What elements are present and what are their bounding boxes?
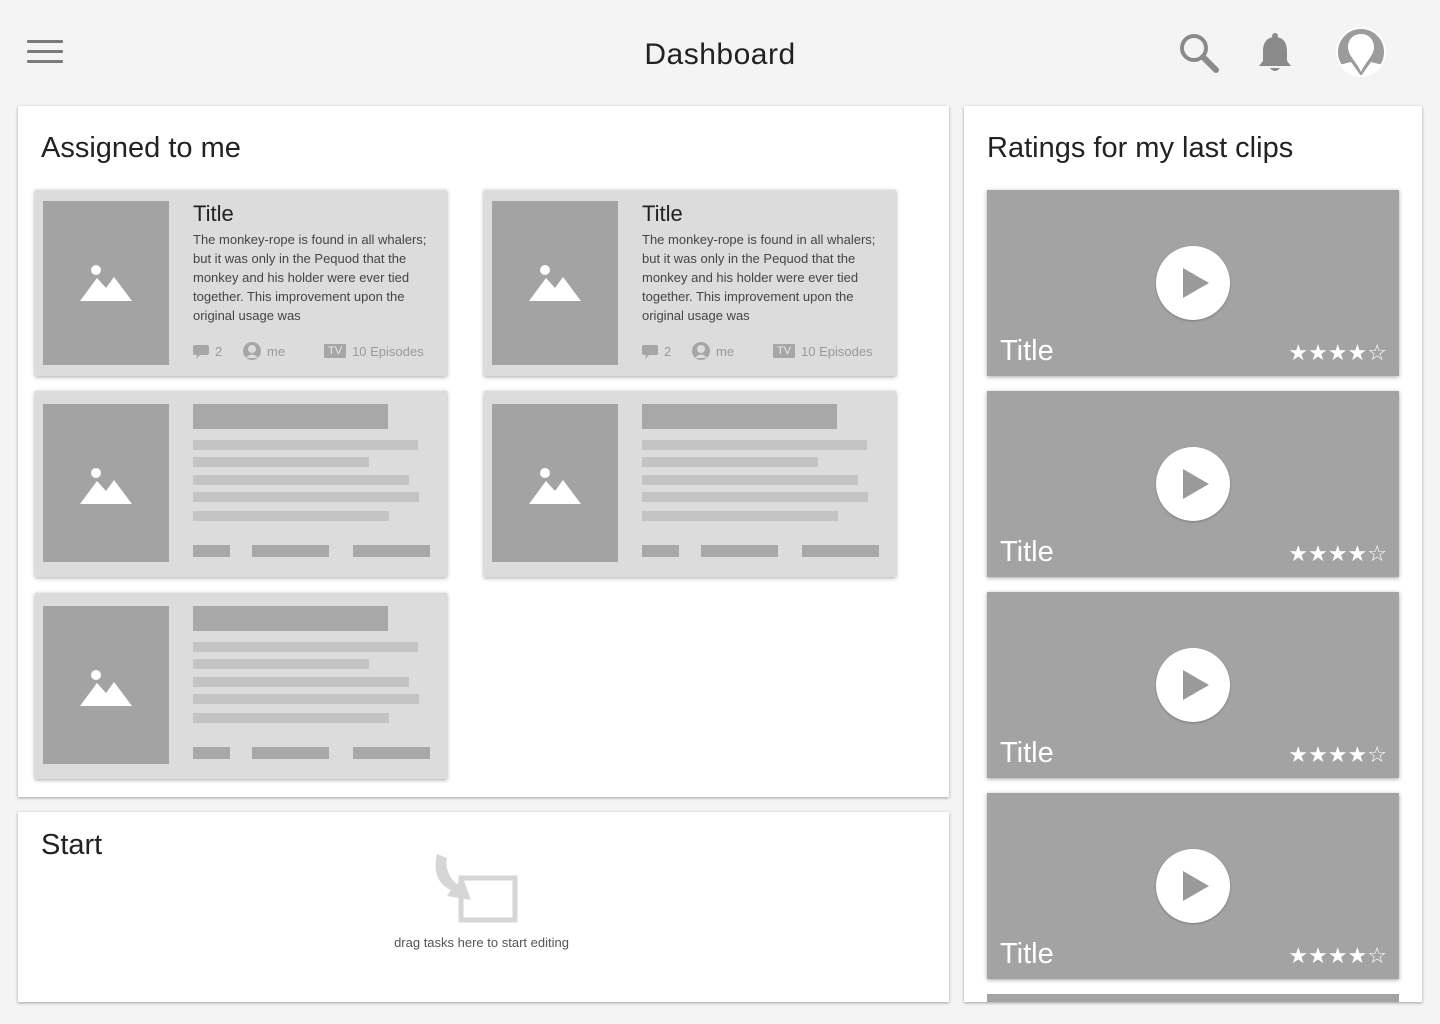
task-card-placeholder[interactable] [35, 391, 447, 577]
play-icon [1183, 871, 1209, 901]
ratings-panel: Ratings for my last clips Title ★★★★☆ Ti… [964, 106, 1422, 1002]
clip-card[interactable]: Title ★★★★☆ [987, 793, 1399, 979]
assigned-title: Assigned to me [41, 132, 241, 164]
comment-icon [193, 344, 209, 359]
drop-target-icon [433, 852, 521, 929]
tv-badge: TV [324, 344, 347, 358]
image-icon [80, 670, 132, 706]
skeleton-title [642, 404, 837, 429]
task-thumbnail [43, 201, 169, 365]
episodes: TV 10 Episodes [773, 342, 873, 360]
skeleton-line [193, 642, 418, 652]
skeleton-line [193, 440, 418, 450]
user-icon [692, 342, 710, 360]
play-button[interactable] [1156, 648, 1230, 722]
clip-card[interactable]: Title ★★★★☆ [987, 391, 1399, 577]
skeleton-line [193, 677, 409, 687]
drop-hint: drag tasks here to start editing [394, 935, 569, 950]
skeleton-title [193, 606, 388, 631]
star-rating: ★★★★☆ [1288, 743, 1387, 768]
assigned-panel: Assigned to me Title The monkey-rope is … [18, 106, 949, 797]
clip-title: Title [1000, 938, 1054, 970]
assignee: me [243, 342, 285, 360]
skeleton-line [193, 694, 419, 704]
task-thumbnail [43, 404, 169, 562]
assignee-text: me [267, 343, 286, 359]
image-icon [80, 468, 132, 504]
task-thumbnail [492, 404, 618, 562]
star-rating: ★★★★☆ [1288, 341, 1387, 366]
comment-count-text: 2 [215, 343, 223, 359]
bell-icon[interactable] [1256, 32, 1294, 74]
task-thumbnail [43, 606, 169, 764]
skeleton-meta [193, 545, 230, 557]
search-icon[interactable] [1178, 32, 1220, 74]
tv-badge: TV [773, 344, 796, 358]
assignee: me [692, 342, 734, 360]
task-title: Title [193, 201, 234, 226]
avatar-icon[interactable] [1335, 26, 1387, 78]
skeleton-title [193, 404, 388, 429]
page-title: Dashboard [644, 38, 796, 71]
skeleton-meta [193, 747, 230, 759]
episodes: TV 10 Episodes [324, 342, 424, 360]
task-title: Title [642, 201, 683, 226]
task-card[interactable]: Title The monkey-rope is found in all wh… [35, 190, 447, 376]
clip-card[interactable]: Title ★★★★☆ [987, 190, 1399, 376]
skeleton-meta [353, 545, 430, 557]
skeleton-line [193, 511, 389, 521]
clip-card-partial[interactable] [987, 994, 1399, 1002]
skeleton-line [193, 659, 369, 669]
comment-icon [642, 344, 658, 359]
star-rating: ★★★★☆ [1288, 542, 1387, 567]
skeleton-line [642, 492, 868, 502]
comment-count-text: 2 [664, 343, 672, 359]
task-meta: 2 me TV 10 Episodes [193, 342, 433, 360]
image-icon [529, 265, 581, 301]
image-icon [80, 265, 132, 301]
skeleton-meta [353, 747, 430, 759]
start-panel: Start drag tasks here to start editing [18, 812, 949, 1002]
comment-count: 2 [193, 342, 222, 360]
skeleton-meta [252, 545, 329, 557]
star-rating: ★★★★☆ [1288, 944, 1387, 969]
skeleton-meta [802, 545, 879, 557]
comment-count: 2 [642, 342, 671, 360]
skeleton-line [193, 713, 389, 723]
play-button[interactable] [1156, 246, 1230, 320]
task-card-placeholder[interactable] [35, 593, 447, 779]
play-button[interactable] [1156, 447, 1230, 521]
episodes-text: 10 Episodes [801, 343, 873, 359]
play-icon [1183, 268, 1209, 298]
user-icon [243, 342, 261, 360]
task-description: The monkey-rope is found in all whalers;… [642, 232, 876, 323]
skeleton-meta [642, 545, 679, 557]
task-card[interactable]: Title The monkey-rope is found in all wh… [484, 190, 896, 376]
play-icon [1183, 670, 1209, 700]
image-icon [529, 468, 581, 504]
skeleton-line [193, 475, 409, 485]
clip-title: Title [1000, 536, 1054, 568]
ratings-title: Ratings for my last clips [987, 132, 1294, 164]
clip-title: Title [1000, 335, 1054, 367]
episodes-text: 10 Episodes [352, 343, 424, 359]
skeleton-line [642, 457, 818, 467]
skeleton-line [642, 511, 838, 521]
play-button[interactable] [1156, 849, 1230, 923]
skeleton-line [642, 475, 858, 485]
clip-title: Title [1000, 737, 1054, 769]
task-meta: 2 me TV 10 Episodes [642, 342, 882, 360]
play-icon [1183, 469, 1209, 499]
clip-card[interactable]: Title ★★★★☆ [987, 592, 1399, 778]
skeleton-line [193, 492, 419, 502]
skeleton-meta [252, 747, 329, 759]
assignee-text: me [716, 343, 735, 359]
skeleton-line [642, 440, 867, 450]
task-thumbnail [492, 201, 618, 365]
skeleton-line [193, 457, 369, 467]
task-description: The monkey-rope is found in all whalers;… [193, 232, 427, 323]
skeleton-meta [701, 545, 778, 557]
drop-zone[interactable]: drag tasks here to start editing [18, 852, 949, 962]
task-card-placeholder[interactable] [484, 391, 896, 577]
